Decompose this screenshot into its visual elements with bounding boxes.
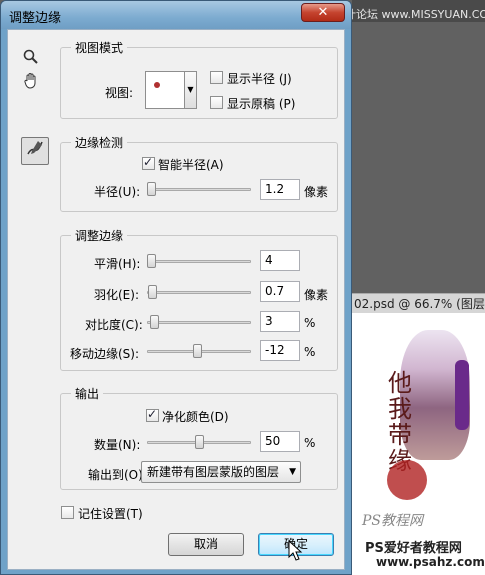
view-mode-preview[interactable]: [145, 71, 185, 109]
view-mode-group: 视图模式: [60, 39, 338, 119]
close-button[interactable]: ✕: [301, 3, 345, 22]
feather-slider-track[interactable]: [147, 291, 251, 294]
feather-unit: 像素: [304, 288, 329, 302]
mouse-cursor-icon: [288, 539, 304, 568]
cancel-button[interactable]: 取消: [168, 533, 244, 556]
red-seal-stamp: [387, 460, 427, 500]
output-to-label: 输出到(O):: [88, 468, 147, 482]
smooth-input[interactable]: 4: [260, 250, 300, 271]
site-name: PS爱好者教程网: [365, 541, 462, 556]
adjust-edge-legend: 调整边缘: [71, 227, 128, 244]
refine-edge-dialog: 调整边缘 ✕ 视图模式 视图: ▼ 显示半径 (J) 显示原稿 (P) 边缘检测: [0, 0, 352, 575]
feather-input[interactable]: 0.7: [260, 281, 300, 302]
hand-icon[interactable]: [18, 72, 44, 98]
decontaminate-colors-checkbox[interactable]: [146, 407, 159, 422]
smart-radius-checkbox[interactable]: [142, 155, 155, 170]
feather-label: 羽化(E):: [94, 288, 139, 302]
remember-settings-label: 记住设置(T): [78, 507, 143, 521]
smooth-slider-track[interactable]: [147, 260, 251, 263]
contrast-slider-track[interactable]: [147, 321, 251, 324]
site-url: www.psahz.com: [376, 555, 485, 569]
edge-detection-legend: 边缘检测: [71, 134, 128, 151]
view-mode-legend: 视图模式: [71, 39, 128, 56]
portrait-hair-accent: [455, 360, 469, 430]
chevron-down-icon: ▼: [289, 467, 296, 477]
radius-unit: 像素: [304, 185, 329, 199]
radius-label: 半径(U):: [94, 185, 141, 199]
contrast-input[interactable]: 3: [260, 311, 300, 332]
smart-radius-label: 智能半径(A): [158, 158, 224, 172]
contrast-slider-thumb[interactable]: [150, 315, 160, 329]
shift-edge-label: 移动边缘(S):: [70, 347, 140, 361]
show-original-label: 显示原稿 (P): [227, 97, 296, 111]
output-to-value: 新建带有图层蒙版的图层: [147, 465, 280, 479]
remember-settings-checkbox[interactable]: [61, 506, 74, 519]
dialog-client-area: 视图模式 视图: ▼ 显示半径 (J) 显示原稿 (P) 边缘检测 智能半径(A…: [7, 29, 345, 570]
view-label: 视图:: [105, 86, 134, 100]
calligraphy-logo: 他我带缘: [388, 369, 412, 474]
dialog-title: 调整边缘: [9, 11, 62, 26]
view-mode-dropdown-arrow[interactable]: ▼: [185, 71, 197, 109]
magnifier-icon[interactable]: [18, 47, 44, 73]
radius-slider-track[interactable]: [147, 188, 251, 191]
amount-unit: %: [304, 436, 316, 450]
refine-radius-brush-icon[interactable]: [21, 137, 49, 165]
show-radius-checkbox[interactable]: [210, 71, 223, 84]
output-legend: 输出: [71, 385, 104, 402]
document-tab[interactable]: 02.psd @ 66.7% (图层 1: [352, 293, 485, 313]
radius-slider-thumb[interactable]: [147, 182, 156, 196]
amount-label: 数量(N):: [94, 438, 141, 452]
feather-slider-thumb[interactable]: [147, 285, 157, 299]
decontaminate-colors-label: 净化颜色(D): [162, 410, 229, 424]
amount-input[interactable]: 50: [260, 431, 300, 452]
dialog-title-bar[interactable]: 调整边缘 ✕: [1, 1, 351, 29]
smooth-label: 平滑(H):: [94, 257, 141, 271]
amount-slider-thumb[interactable]: [195, 435, 204, 449]
shift-edge-unit: %: [304, 345, 316, 359]
contrast-label: 对比度(C):: [85, 318, 143, 332]
logo-subtext: PS教程网: [362, 513, 424, 529]
smooth-slider-thumb[interactable]: [147, 254, 156, 268]
output-to-select[interactable]: 新建带有图层蒙版的图层 ▼: [141, 461, 301, 483]
radius-input[interactable]: 1.2: [260, 179, 300, 200]
preview-thumbnail: [154, 82, 160, 88]
show-radius-label: 显示半径 (J): [227, 72, 292, 86]
contrast-unit: %: [304, 316, 316, 330]
edge-detection-group: 边缘检测: [60, 134, 338, 212]
shift-edge-input[interactable]: -12: [260, 340, 300, 361]
shift-edge-slider-thumb[interactable]: [192, 344, 202, 358]
show-original-checkbox[interactable]: [210, 96, 223, 109]
